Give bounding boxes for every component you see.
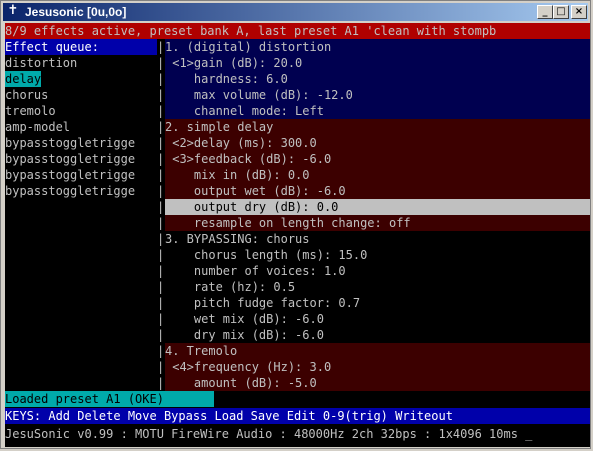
separator: | xyxy=(157,344,165,358)
queue-item[interactable]: bypasstoggletrigge xyxy=(5,183,157,199)
title-bar[interactable]: ✝ Jesusonic [0u,0o] _ □ × xyxy=(3,3,588,21)
cross-icon: ✝ xyxy=(7,3,19,18)
effect-param[interactable]: amount (dB): -5.0 xyxy=(165,375,590,391)
version-line: JesuSonic v0.99 : MOTU FireWire Audio : … xyxy=(5,427,533,441)
separator: | xyxy=(157,360,165,374)
effect-title[interactable]: 3. BYPASSING: chorus xyxy=(165,231,590,247)
separator: | xyxy=(157,104,165,118)
effect-param[interactable]: pitch fudge factor: 0.7 xyxy=(165,295,590,311)
queue-item[interactable]: bypasstoggletrigge xyxy=(5,167,157,183)
separator: | xyxy=(157,184,165,198)
separator: | xyxy=(157,56,165,70)
keys-line: KEYS: Add Delete Move Bypass Load Save E… xyxy=(5,408,590,424)
window-title: Jesusonic [0u,0o] xyxy=(25,5,127,19)
console-area[interactable]: 8/9 effects active, preset bank A, last … xyxy=(5,23,590,447)
effect-param[interactable]: rate (hz): 0.5 xyxy=(165,279,590,295)
separator: | xyxy=(157,248,165,262)
close-button[interactable]: × xyxy=(571,5,587,19)
effect-title[interactable]: 4. Tremolo xyxy=(165,343,590,359)
effect-param[interactable]: wet mix (dB): -6.0 xyxy=(165,311,590,327)
effect-param[interactable]: dry mix (dB): -6.0 xyxy=(165,327,590,343)
separator: | xyxy=(157,296,165,310)
effect-param[interactable]: <1>gain (dB): 20.0 xyxy=(165,55,590,71)
effect-param[interactable]: chorus length (ms): 15.0 xyxy=(165,247,590,263)
maximize-button[interactable]: □ xyxy=(553,5,569,19)
effect-param[interactable]: mix in (dB): 0.0 xyxy=(165,167,590,183)
effect-param[interactable]: hardness: 6.0 xyxy=(165,71,590,87)
separator: | xyxy=(157,216,165,230)
queue-item[interactable]: delay xyxy=(5,71,42,87)
queue-item[interactable]: distortion xyxy=(5,55,157,71)
effect-param[interactable]: <4>frequency (Hz): 3.0 xyxy=(165,359,590,375)
separator: | xyxy=(157,376,165,390)
queue-header: Effect queue: xyxy=(5,39,157,55)
queue-item[interactable]: tremolo xyxy=(5,103,157,119)
effect-param[interactable]: output wet (dB): -6.0 xyxy=(165,183,590,199)
effect-param[interactable]: max volume (dB): -12.0 xyxy=(165,87,590,103)
separator: | xyxy=(157,232,165,246)
separator: | xyxy=(157,264,165,278)
separator: | xyxy=(157,280,165,294)
separator: | xyxy=(157,88,165,102)
separator: | xyxy=(157,72,165,86)
status-line: 8/9 effects active, preset bank A, last … xyxy=(5,23,590,39)
effect-param[interactable]: number of voices: 1.0 xyxy=(165,263,590,279)
separator: | xyxy=(157,120,165,134)
separator: | xyxy=(157,328,165,342)
effect-title[interactable]: 2. simple delay xyxy=(165,119,590,135)
effect-param[interactable]: <2>delay (ms): 300.0 xyxy=(165,135,590,151)
separator: | xyxy=(157,136,165,150)
queue-item[interactable]: bypasstoggletrigge xyxy=(5,151,157,167)
queue-item[interactable]: chorus xyxy=(5,87,157,103)
queue-item[interactable]: amp-model xyxy=(5,119,157,135)
separator: | xyxy=(157,168,165,182)
effect-param[interactable]: output dry (dB): 0.0 xyxy=(165,199,590,215)
separator: | xyxy=(157,40,165,54)
loaded-message: Loaded preset A1 (OKE) xyxy=(5,391,214,407)
effect-param[interactable]: resample on length change: off xyxy=(165,215,590,231)
effect-title[interactable]: 1. (digital) distortion xyxy=(165,39,590,55)
separator: | xyxy=(157,200,165,214)
effect-param[interactable]: <3>feedback (dB): -6.0 xyxy=(165,151,590,167)
minimize-button[interactable]: _ xyxy=(537,5,553,19)
separator: | xyxy=(157,312,165,326)
queue-item[interactable]: bypasstoggletrigge xyxy=(5,135,157,151)
app-window: ✝ Jesusonic [0u,0o] _ □ × 8/9 effects ac… xyxy=(0,0,591,449)
separator: | xyxy=(157,152,165,166)
effect-param[interactable]: channel mode: Left xyxy=(165,103,590,119)
